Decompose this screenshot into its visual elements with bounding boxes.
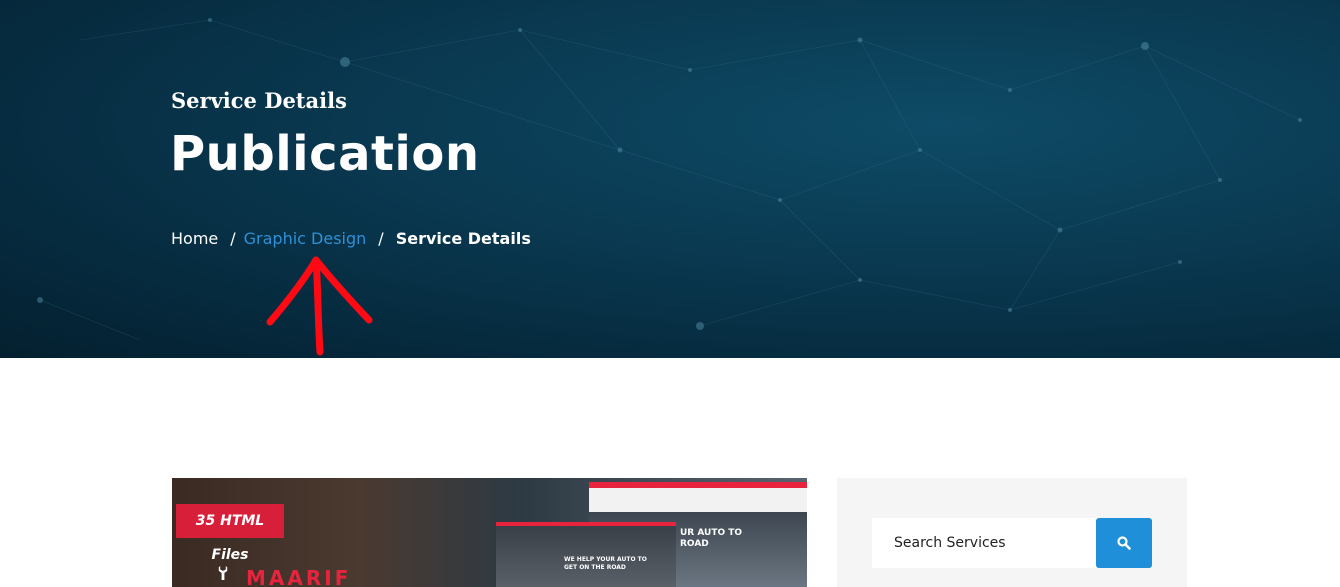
breadcrumb-category-link[interactable]: Graphic Design [244,229,367,248]
breadcrumb-current: Service Details [395,229,531,248]
screenshot-text: UR AUTO TO ROAD [680,528,743,549]
files-badge: 35 HTML Files [176,504,284,563]
page-subtitle: Service Details [171,88,347,113]
template-screenshot [496,522,676,587]
breadcrumb: Home / Graphic Design / Service Details [171,229,531,248]
service-image: UR AUTO TO ROAD WE HELP YOUR AUTO TO GET… [172,478,807,587]
search-button[interactable] [1096,518,1152,568]
breadcrumb-separator: / [230,229,236,248]
sidebar-search-widget [837,478,1187,587]
page-header-banner: Service Details Publication Home / Graph… [0,0,1340,358]
page-title: Publication [170,126,480,182]
screenshot-text: WE HELP YOUR AUTO TO GET ON THE ROAD [564,556,647,571]
search-icon [1117,536,1131,550]
red-arrow-up-icon [266,256,373,356]
wrench-icon [218,566,228,580]
brand-logo-text: MAARIF [246,566,352,587]
search-input[interactable] [872,518,1097,568]
breadcrumb-home-link[interactable]: Home [171,229,218,248]
breadcrumb-separator: / [378,229,384,248]
